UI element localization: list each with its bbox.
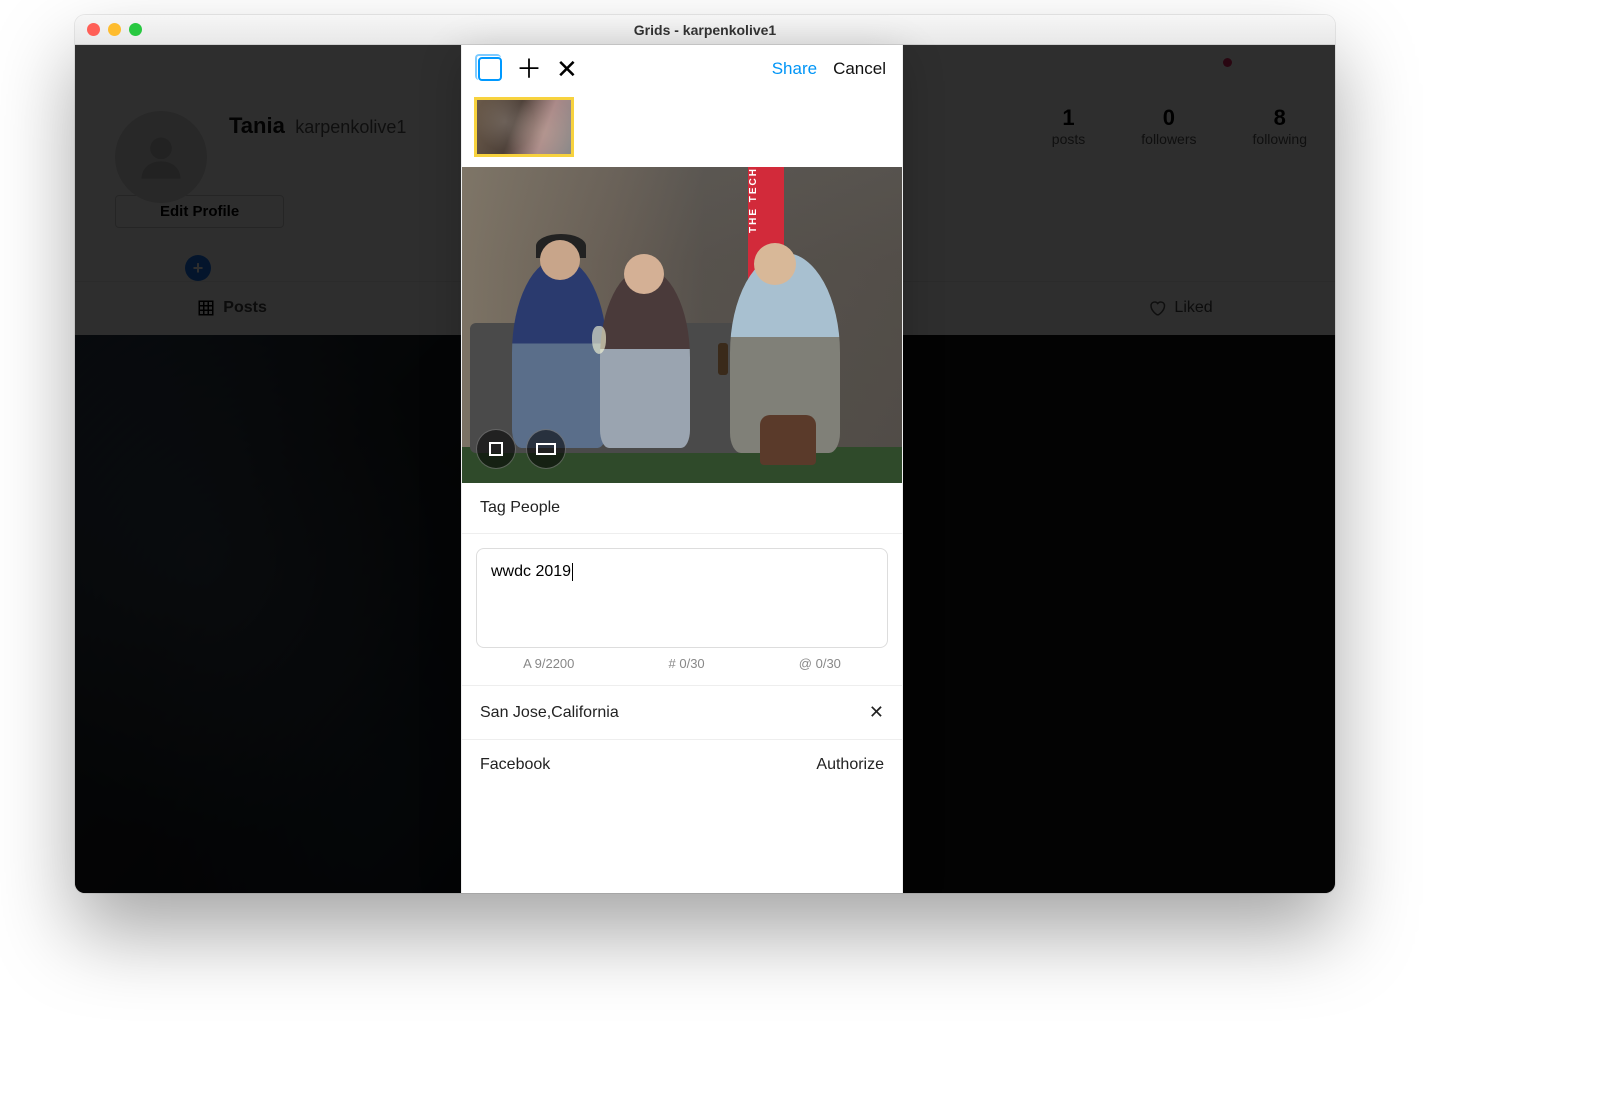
carousel-icon[interactable] xyxy=(478,57,502,81)
share-target-label: Facebook xyxy=(480,756,550,774)
app-window: Grids - karpenkolive1 xyxy=(75,15,1335,893)
traffic-lights xyxy=(87,23,142,36)
tag-people-label: Tag People xyxy=(480,499,560,517)
location-value: San Jose,California xyxy=(480,704,619,722)
window-title: Grids - karpenkolive1 xyxy=(634,22,776,38)
window-close-button[interactable] xyxy=(87,23,100,36)
char-counter: A 9/2200 xyxy=(523,656,574,671)
hashtag-counter: # 0/30 xyxy=(669,656,705,671)
mention-counter: @ 0/30 xyxy=(799,656,841,671)
location-row[interactable]: San Jose,California ✕ xyxy=(462,686,902,740)
photo-banner-text: THE TECH xyxy=(748,167,759,251)
remove-media-icon[interactable]: ✕ xyxy=(556,56,578,82)
window-titlebar: Grids - karpenkolive1 xyxy=(75,15,1335,45)
window-minimize-button[interactable] xyxy=(108,23,121,36)
caption-input[interactable]: wwdc 2019 xyxy=(476,548,888,648)
media-thumbnail-selected[interactable] xyxy=(474,97,574,157)
clear-location-icon[interactable]: ✕ xyxy=(869,702,884,723)
cancel-button[interactable]: Cancel xyxy=(833,59,886,79)
share-button[interactable]: Share xyxy=(772,59,817,79)
aspect-landscape-button[interactable] xyxy=(526,429,566,469)
media-thumbnails xyxy=(462,93,902,167)
aspect-ratio-controls xyxy=(476,429,566,469)
media-preview[interactable]: THE TECH xyxy=(462,167,902,483)
post-composer-modal: ＋ ✕ Share Cancel THE TECH xyxy=(461,45,903,893)
tag-people-row[interactable]: Tag People xyxy=(462,483,902,534)
add-media-icon[interactable]: ＋ xyxy=(516,56,542,82)
composer-toolbar: ＋ ✕ Share Cancel xyxy=(462,45,902,93)
aspect-square-button[interactable] xyxy=(476,429,516,469)
caption-text: wwdc 2019 xyxy=(491,563,571,580)
caption-section: wwdc 2019 A 9/2200 # 0/30 @ 0/30 xyxy=(462,534,902,686)
share-facebook-row[interactable]: Facebook Authorize xyxy=(462,740,902,790)
window-zoom-button[interactable] xyxy=(129,23,142,36)
authorize-button[interactable]: Authorize xyxy=(816,756,884,774)
caption-counters: A 9/2200 # 0/30 @ 0/30 xyxy=(476,656,888,671)
text-cursor xyxy=(572,563,573,581)
